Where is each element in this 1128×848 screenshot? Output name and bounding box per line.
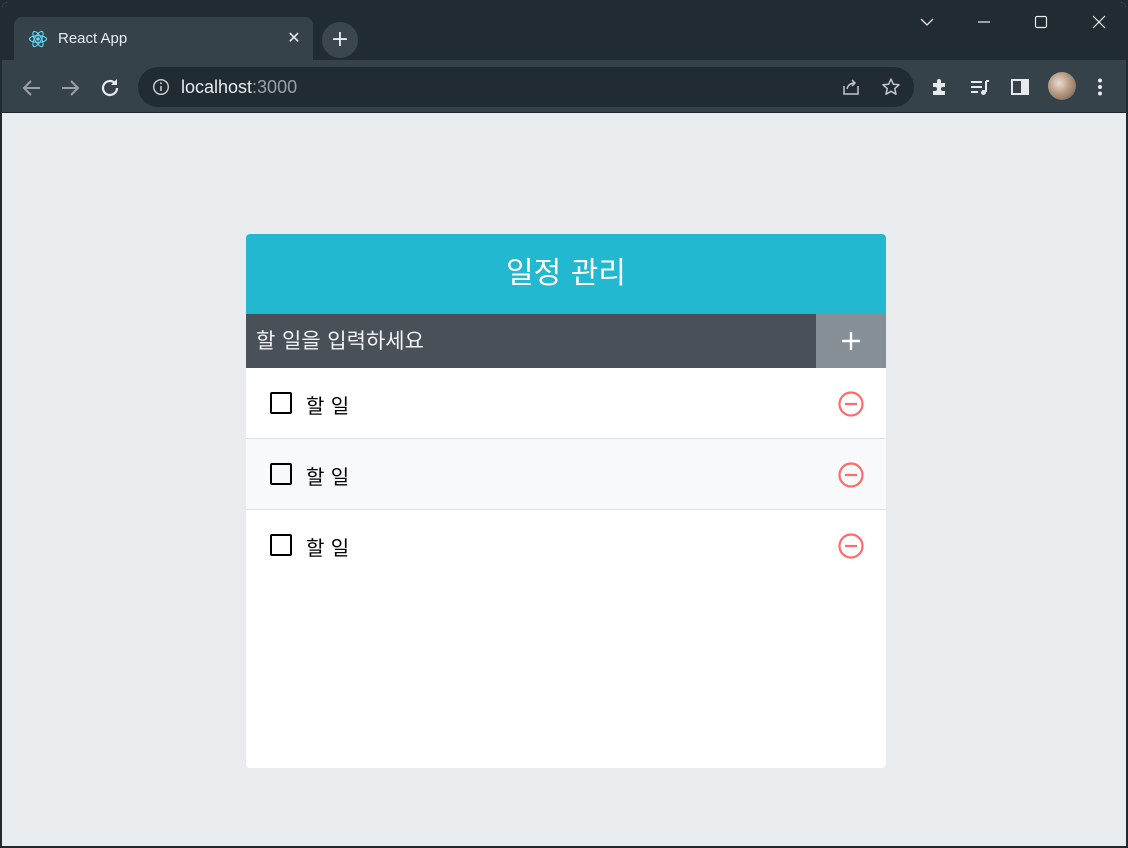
remove-todo-button[interactable] (837, 461, 865, 489)
todo-item: 할 일 (246, 510, 886, 581)
todo-checkbox[interactable] (270, 534, 292, 556)
minus-circle-icon (838, 533, 864, 559)
browser-window: React App ✕ + localhost:3000 일정 관리 할 일을 … (2, 2, 1126, 846)
todo-item: 할 일 (246, 439, 886, 510)
playlist-icon[interactable] (969, 76, 991, 98)
todo-checkbox[interactable] (270, 392, 292, 414)
tab-close-icon[interactable]: ✕ (284, 28, 304, 48)
forward-icon[interactable] (56, 74, 84, 102)
title-bar: React App ✕ + (2, 2, 1126, 60)
info-icon[interactable] (152, 78, 170, 96)
page-viewport: 일정 관리 할 일을 입력하세요 할 일 할 일 할 일 (2, 113, 1126, 846)
side-panel-icon[interactable] (1009, 76, 1031, 98)
todo-list: 할 일 할 일 할 일 (246, 368, 886, 581)
minus-circle-icon (838, 391, 864, 417)
profile-avatar[interactable] (1048, 72, 1076, 100)
todo-text: 할 일 (306, 536, 350, 560)
tab-title: React App (58, 30, 128, 47)
share-icon[interactable] (841, 77, 861, 97)
plus-icon (842, 332, 860, 350)
address-bar[interactable]: localhost:3000 (138, 67, 914, 107)
remove-todo-button[interactable] (837, 532, 865, 560)
url-port: :3000 (252, 77, 298, 97)
puzzle-icon[interactable] (929, 76, 951, 98)
app-title: 일정 관리 (246, 234, 886, 314)
url-host: localhost (181, 77, 253, 97)
todo-item: 할 일 (246, 368, 886, 439)
tab-search-icon[interactable] (912, 10, 942, 34)
new-tab-button[interactable]: + (322, 22, 358, 58)
back-icon[interactable] (18, 74, 46, 102)
minimize-icon[interactable] (969, 10, 999, 34)
todo-checkbox[interactable] (270, 463, 292, 485)
maximize-icon[interactable] (1026, 10, 1056, 34)
remove-todo-button[interactable] (837, 390, 865, 418)
star-icon[interactable] (881, 77, 901, 97)
todo-text: 할 일 (306, 465, 350, 489)
kebab-icon[interactable] (1089, 76, 1111, 98)
react-logo-icon (28, 29, 48, 49)
add-todo-button[interactable] (816, 314, 886, 368)
todo-template: 일정 관리 할 일을 입력하세요 할 일 할 일 할 일 (246, 234, 886, 768)
close-window-icon[interactable] (1084, 10, 1114, 34)
minus-circle-icon (838, 462, 864, 488)
reload-icon[interactable] (96, 74, 124, 102)
browser-toolbar: localhost:3000 (2, 60, 1126, 113)
todo-input[interactable] (246, 314, 816, 368)
url-text[interactable]: localhost:3000 (181, 77, 297, 98)
todo-insert-form (246, 314, 886, 368)
tab-react-app[interactable]: React App ✕ (14, 17, 313, 60)
todo-text: 할 일 (306, 394, 350, 418)
